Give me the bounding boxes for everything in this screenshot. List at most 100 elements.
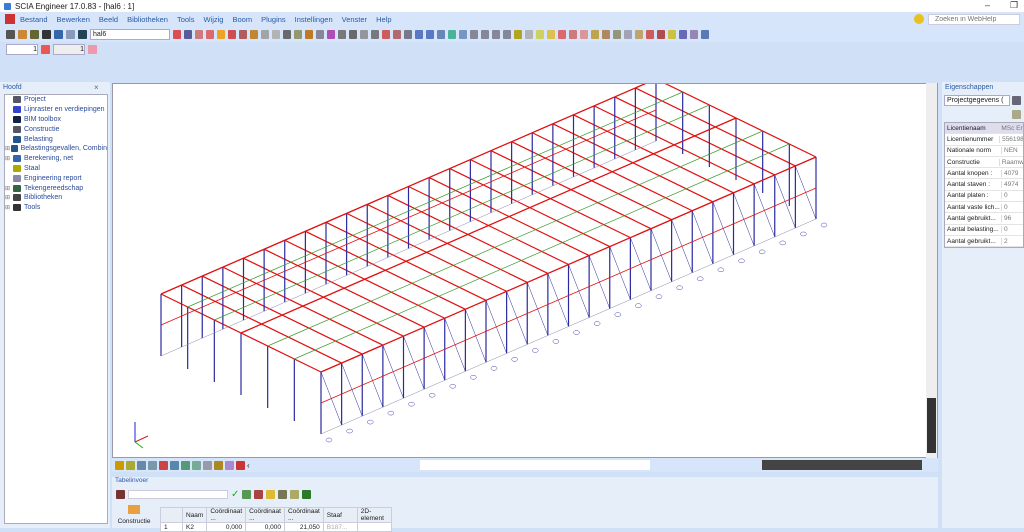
menu-wijzig[interactable]: Wijzig — [203, 15, 223, 24]
tree-item-belastingsgevallen[interactable]: ⊞ Belastingsgevallen, Combin — [5, 144, 107, 154]
tree-item-project[interactable]: Project — [5, 95, 107, 105]
toolbar-icon[interactable] — [668, 30, 676, 39]
toolbar-icon[interactable] — [78, 30, 87, 39]
property-value[interactable]: NEN — [1002, 147, 1018, 154]
toolbar-icon[interactable] — [514, 30, 522, 39]
toolbar-icon[interactable] — [184, 30, 192, 39]
toolbar-icon[interactable] — [228, 30, 236, 39]
tool-icon[interactable] — [41, 44, 50, 54]
property-value[interactable]: Raamw — [1000, 159, 1023, 166]
toolbar-icon[interactable] — [613, 30, 621, 39]
toolbar-icon[interactable] — [437, 30, 445, 39]
property-row[interactable]: Licentienummer 556198 — [945, 134, 1023, 146]
toolbar-icon[interactable] — [701, 30, 709, 39]
toolbar-icon[interactable] — [30, 30, 39, 39]
tree-item-tools[interactable]: ⊞ Tools — [5, 203, 107, 213]
property-value[interactable]: 96 — [1002, 215, 1011, 222]
expand-icon[interactable]: ⊞ — [5, 155, 13, 162]
property-row[interactable]: Aantal staven :4974 — [945, 179, 1023, 191]
toolbar-icon[interactable] — [646, 30, 654, 39]
toolbar-icon[interactable] — [382, 30, 390, 39]
property-value[interactable]: MSc En — [999, 125, 1023, 132]
property-value[interactable]: 0 — [1002, 192, 1008, 199]
toolbar-icon[interactable] — [624, 30, 632, 39]
menu-bibliotheken[interactable]: Bibliotheken — [127, 15, 168, 24]
toolbar-icon[interactable] — [217, 30, 225, 39]
toolbar-icon[interactable] — [635, 30, 643, 39]
toolbar-icon[interactable] — [591, 30, 599, 39]
tree-item-bim[interactable]: BIM toolbox — [5, 115, 107, 125]
tree-item-tekengereedschap[interactable]: ⊞ Tekengereedschap — [5, 183, 107, 193]
excel-icon[interactable] — [302, 489, 312, 499]
property-row[interactable]: Nationale norm NEN — [945, 146, 1023, 157]
brush-icon[interactable] — [1012, 110, 1021, 119]
view-select[interactable]: hal6 — [90, 29, 170, 40]
spin-input-1[interactable]: 1 — [6, 43, 38, 55]
properties-select[interactable]: Projectgegevens ( — [944, 95, 1010, 106]
column-header[interactable]: Coördinaat ... — [245, 507, 285, 523]
property-row[interactable]: Aantal knopen :4079 — [945, 168, 1023, 180]
toolbar-icon[interactable] — [525, 30, 533, 39]
tree-item-engineering[interactable]: Engineering report — [5, 173, 107, 183]
table-cell[interactable] — [356, 522, 392, 532]
toolbar-icon[interactable] — [6, 30, 15, 39]
property-row[interactable]: Aantal platen :0 — [945, 191, 1023, 203]
toolbar-icon[interactable] — [492, 30, 500, 39]
column-header[interactable] — [160, 507, 183, 523]
add-row-icon[interactable] — [242, 489, 252, 499]
data-table[interactable]: Naam Coördinaat ... Coördinaat ... Coördina… — [160, 507, 392, 532]
3d-model-viewport[interactable] — [112, 78, 938, 458]
property-value[interactable]: 0 — [1002, 226, 1008, 233]
menu-venster[interactable]: Venster — [342, 15, 367, 24]
view-tool-icon[interactable] — [148, 460, 157, 470]
collapse-arrow-icon[interactable]: ‹ — [247, 461, 250, 470]
table-row[interactable]: 1 K2 0,000 0,000 21,050 B187... — [160, 522, 392, 532]
constructie-button[interactable]: Constructie — [114, 503, 154, 528]
table-icon[interactable] — [116, 489, 125, 499]
table-cell[interactable]: 1 — [160, 522, 183, 532]
app-menu-icon[interactable] — [5, 14, 15, 24]
property-row[interactable]: Aantal vaste lich... 0 — [945, 202, 1023, 214]
toolbar-icon[interactable] — [690, 30, 698, 39]
toolbar-icon[interactable] — [173, 30, 181, 39]
spin-input-2[interactable]: 1 — [53, 43, 85, 55]
toolbar-icon[interactable] — [261, 30, 269, 39]
close-icon[interactable]: × — [94, 83, 99, 92]
scroll-thumb[interactable] — [927, 398, 936, 453]
toolbar-icon[interactable] — [558, 30, 566, 39]
toolbar-icon[interactable] — [294, 30, 302, 39]
view-tool-icon[interactable] — [115, 460, 124, 470]
view-tool-icon[interactable] — [225, 460, 234, 470]
property-row[interactable]: Constructie Raamw — [945, 157, 1023, 169]
toolbar-icon[interactable] — [338, 30, 346, 39]
minimize-button[interactable]: – — [985, 0, 990, 10]
property-value[interactable]: 4079 — [1002, 170, 1018, 177]
toolbar-icon[interactable] — [360, 30, 368, 39]
table-cell[interactable]: K2 — [181, 522, 208, 532]
toolbar-icon[interactable] — [316, 30, 324, 39]
table-cell[interactable]: 0,000 — [206, 522, 247, 532]
toolbar-icon[interactable] — [18, 30, 27, 39]
table-cell[interactable]: B187... — [322, 522, 358, 532]
toolbar-icon[interactable] — [415, 30, 423, 39]
toolbar-icon[interactable] — [569, 30, 577, 39]
toolbar-icon[interactable] — [272, 30, 280, 39]
toolbar-icon[interactable] — [206, 30, 214, 39]
toolbar-icon[interactable] — [602, 30, 610, 39]
horizontal-scrollbar[interactable] — [420, 460, 650, 470]
toolbar-icon[interactable] — [283, 30, 291, 39]
menu-tools[interactable]: Tools — [177, 15, 195, 24]
property-value[interactable]: 4974 — [1002, 181, 1018, 188]
table-cell[interactable]: 0,000 — [245, 522, 285, 532]
toolbar-icon[interactable] — [42, 30, 51, 39]
smiley-icon[interactable] — [914, 14, 924, 24]
toolbar-icon[interactable] — [547, 30, 555, 39]
view-tool-icon[interactable] — [159, 460, 168, 470]
view-tool-icon[interactable] — [214, 460, 223, 470]
property-row[interactable]: Aantal belasting... 0 — [945, 225, 1023, 236]
toolbar-icon[interactable] — [470, 30, 478, 39]
view-tool-icon[interactable] — [126, 460, 135, 470]
toolbar-icon[interactable] — [305, 30, 313, 39]
menu-plugins[interactable]: Plugins — [261, 15, 286, 24]
property-row[interactable]: Licentienaam MSc En — [945, 123, 1023, 135]
